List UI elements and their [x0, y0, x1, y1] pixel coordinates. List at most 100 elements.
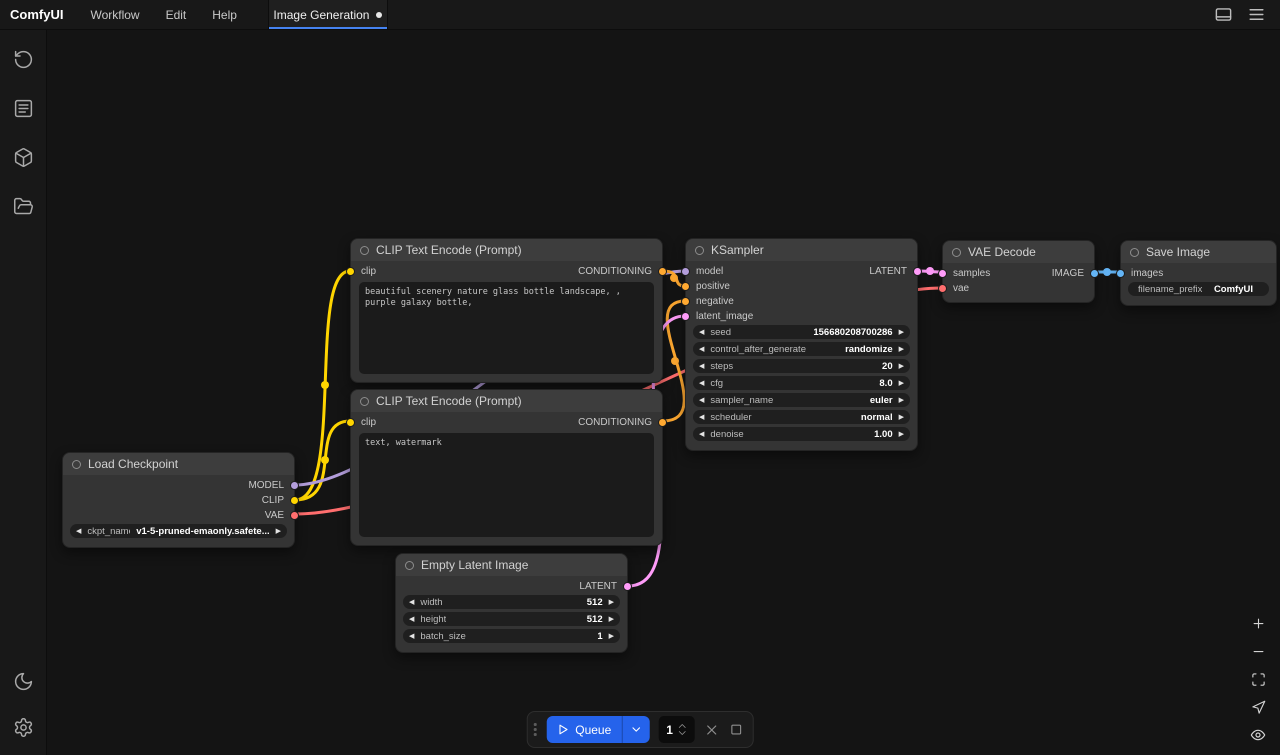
increment-arrow-icon[interactable]: ▶: [899, 363, 904, 370]
vae-input-port[interactable]: [938, 284, 947, 293]
increment-arrow-icon[interactable]: ▶: [899, 397, 904, 404]
settings-gear-icon[interactable]: [7, 711, 39, 743]
widget-cfg[interactable]: ◀ cfg 8.0 ▶: [693, 376, 910, 390]
tab-image-generation[interactable]: Image Generation: [268, 0, 388, 29]
widget-steps[interactable]: ◀ steps 20 ▶: [693, 359, 910, 373]
bottom-panel-toggle-icon[interactable]: [1214, 5, 1233, 24]
zoom-out-icon[interactable]: [1245, 640, 1271, 662]
increment-arrow-icon[interactable]: ▶: [899, 329, 904, 336]
collapse-toggle-icon[interactable]: [1130, 248, 1139, 257]
increment-arrow-icon[interactable]: ▶: [609, 633, 614, 640]
increment-arrow-icon[interactable]: ▶: [899, 414, 904, 421]
fit-view-icon[interactable]: [1245, 668, 1271, 690]
collapse-toggle-icon[interactable]: [952, 248, 961, 257]
decrement-arrow-icon[interactable]: ◀: [699, 397, 704, 404]
collapse-toggle-icon[interactable]: [695, 246, 704, 255]
model-library-icon[interactable]: [7, 141, 39, 173]
node-header[interactable]: KSampler: [686, 239, 917, 261]
negative-input-port[interactable]: [681, 297, 690, 306]
workflows-folder-icon[interactable]: [7, 190, 39, 222]
widget-filename-prefix[interactable]: filename_prefix ComfyUI: [1128, 282, 1269, 296]
node-header[interactable]: CLIP Text Encode (Prompt): [351, 390, 662, 412]
stop-icon[interactable]: [728, 722, 743, 737]
collapse-toggle-icon[interactable]: [360, 397, 369, 406]
model-input-port[interactable]: [681, 267, 690, 276]
images-input-port[interactable]: [1116, 269, 1125, 278]
select-mode-icon[interactable]: [1245, 696, 1271, 718]
increment-arrow-icon[interactable]: ▶: [609, 616, 614, 623]
clip-output-port[interactable]: [290, 496, 299, 505]
decrement-arrow-icon[interactable]: ◀: [699, 431, 704, 438]
node-clip-text-encode-positive[interactable]: CLIP Text Encode (Prompt) clip CONDITION…: [350, 238, 663, 383]
increment-arrow-icon[interactable]: ▶: [899, 431, 904, 438]
node-save-image[interactable]: Save Image images filename_prefix ComfyU…: [1120, 240, 1277, 306]
node-header[interactable]: VAE Decode: [943, 241, 1094, 263]
node-list-icon[interactable]: [7, 92, 39, 124]
model-output-port[interactable]: [290, 481, 299, 490]
queue-button[interactable]: Queue: [546, 716, 621, 743]
latent-image-input-port[interactable]: [681, 312, 690, 321]
spinner-up-icon[interactable]: [678, 723, 687, 729]
vae-output-port[interactable]: [290, 511, 299, 520]
increment-arrow-icon[interactable]: ▶: [899, 380, 904, 387]
menu-workflow[interactable]: Workflow: [77, 0, 152, 29]
menu-edit[interactable]: Edit: [153, 0, 200, 29]
widget-seed[interactable]: ◀ seed 156680208700286 ▶: [693, 325, 910, 339]
spinner-down-icon[interactable]: [678, 730, 687, 736]
widget-scheduler[interactable]: ◀ scheduler normal ▶: [693, 410, 910, 424]
widget-batch-size[interactable]: ◀ batch_size 1 ▶: [403, 629, 620, 643]
queue-options-button[interactable]: [622, 716, 649, 743]
node-header[interactable]: CLIP Text Encode (Prompt): [351, 239, 662, 261]
node-vae-decode[interactable]: VAE Decode samples IMAGE vae: [942, 240, 1095, 303]
widget-width[interactable]: ◀ width 512 ▶: [403, 595, 620, 609]
node-header[interactable]: Load Checkpoint: [63, 453, 294, 475]
increment-arrow-icon[interactable]: ▶: [609, 599, 614, 606]
widget-denoise[interactable]: ◀ denoise 1.00 ▶: [693, 427, 910, 441]
increment-arrow-icon[interactable]: ▶: [276, 528, 281, 535]
widget-control-after-generate[interactable]: ◀ control_after_generate randomize ▶: [693, 342, 910, 356]
decrement-arrow-icon[interactable]: ◀: [409, 616, 414, 623]
node-header[interactable]: Empty Latent Image: [396, 554, 627, 576]
decrement-arrow-icon[interactable]: ◀: [699, 414, 704, 421]
clip-input-port[interactable]: [346, 418, 355, 427]
widget-sampler-name[interactable]: ◀ sampler_name euler ▶: [693, 393, 910, 407]
image-output-port[interactable]: [1090, 269, 1099, 278]
positive-input-port[interactable]: [681, 282, 690, 291]
collapse-toggle-icon[interactable]: [360, 246, 369, 255]
increment-arrow-icon[interactable]: ▶: [899, 346, 904, 353]
decrement-arrow-icon[interactable]: ◀: [699, 363, 704, 370]
node-load-checkpoint[interactable]: Load Checkpoint MODEL CLIP VAE ◀ ckpt_na…: [62, 452, 295, 548]
theme-moon-icon[interactable]: [7, 665, 39, 697]
decrement-arrow-icon[interactable]: ◀: [699, 380, 704, 387]
decrement-arrow-icon[interactable]: ◀: [76, 528, 81, 535]
prompt-textarea[interactable]: text, watermark: [359, 433, 654, 537]
node-header[interactable]: Save Image: [1121, 241, 1276, 263]
node-empty-latent-image[interactable]: Empty Latent Image LATENT ◀ width 512 ▶ …: [395, 553, 628, 653]
batch-count-input[interactable]: 1: [658, 716, 694, 743]
widget-ckpt-name[interactable]: ◀ ckpt_name v1-5-pruned-emaonly.safete..…: [70, 524, 287, 538]
latent-output-port[interactable]: [623, 582, 632, 591]
history-icon[interactable]: [7, 43, 39, 75]
drag-handle-icon[interactable]: [533, 723, 538, 736]
toggle-visibility-eye-icon[interactable]: [1245, 724, 1271, 746]
decrement-arrow-icon[interactable]: ◀: [699, 346, 704, 353]
zoom-in-icon[interactable]: [1245, 612, 1271, 634]
clear-queue-icon[interactable]: [703, 722, 719, 738]
decrement-arrow-icon[interactable]: ◀: [699, 329, 704, 336]
conditioning-output-port[interactable]: [658, 267, 667, 276]
samples-input-port[interactable]: [938, 269, 947, 278]
decrement-arrow-icon[interactable]: ◀: [409, 599, 414, 606]
conditioning-output-port[interactable]: [658, 418, 667, 427]
decrement-arrow-icon[interactable]: ◀: [409, 633, 414, 640]
latent-output-port[interactable]: [913, 267, 922, 276]
node-clip-text-encode-negative[interactable]: CLIP Text Encode (Prompt) clip CONDITION…: [350, 389, 663, 546]
node-ksampler[interactable]: KSampler model LATENT positive negative …: [685, 238, 918, 451]
collapse-toggle-icon[interactable]: [405, 561, 414, 570]
hamburger-menu-icon[interactable]: [1247, 5, 1266, 24]
prompt-textarea[interactable]: beautiful scenery nature glass bottle la…: [359, 282, 654, 374]
widget-height[interactable]: ◀ height 512 ▶: [403, 612, 620, 626]
clip-input-port[interactable]: [346, 267, 355, 276]
slot-row-samples-image: samples IMAGE: [943, 266, 1094, 281]
menu-help[interactable]: Help: [199, 0, 250, 29]
collapse-toggle-icon[interactable]: [72, 460, 81, 469]
